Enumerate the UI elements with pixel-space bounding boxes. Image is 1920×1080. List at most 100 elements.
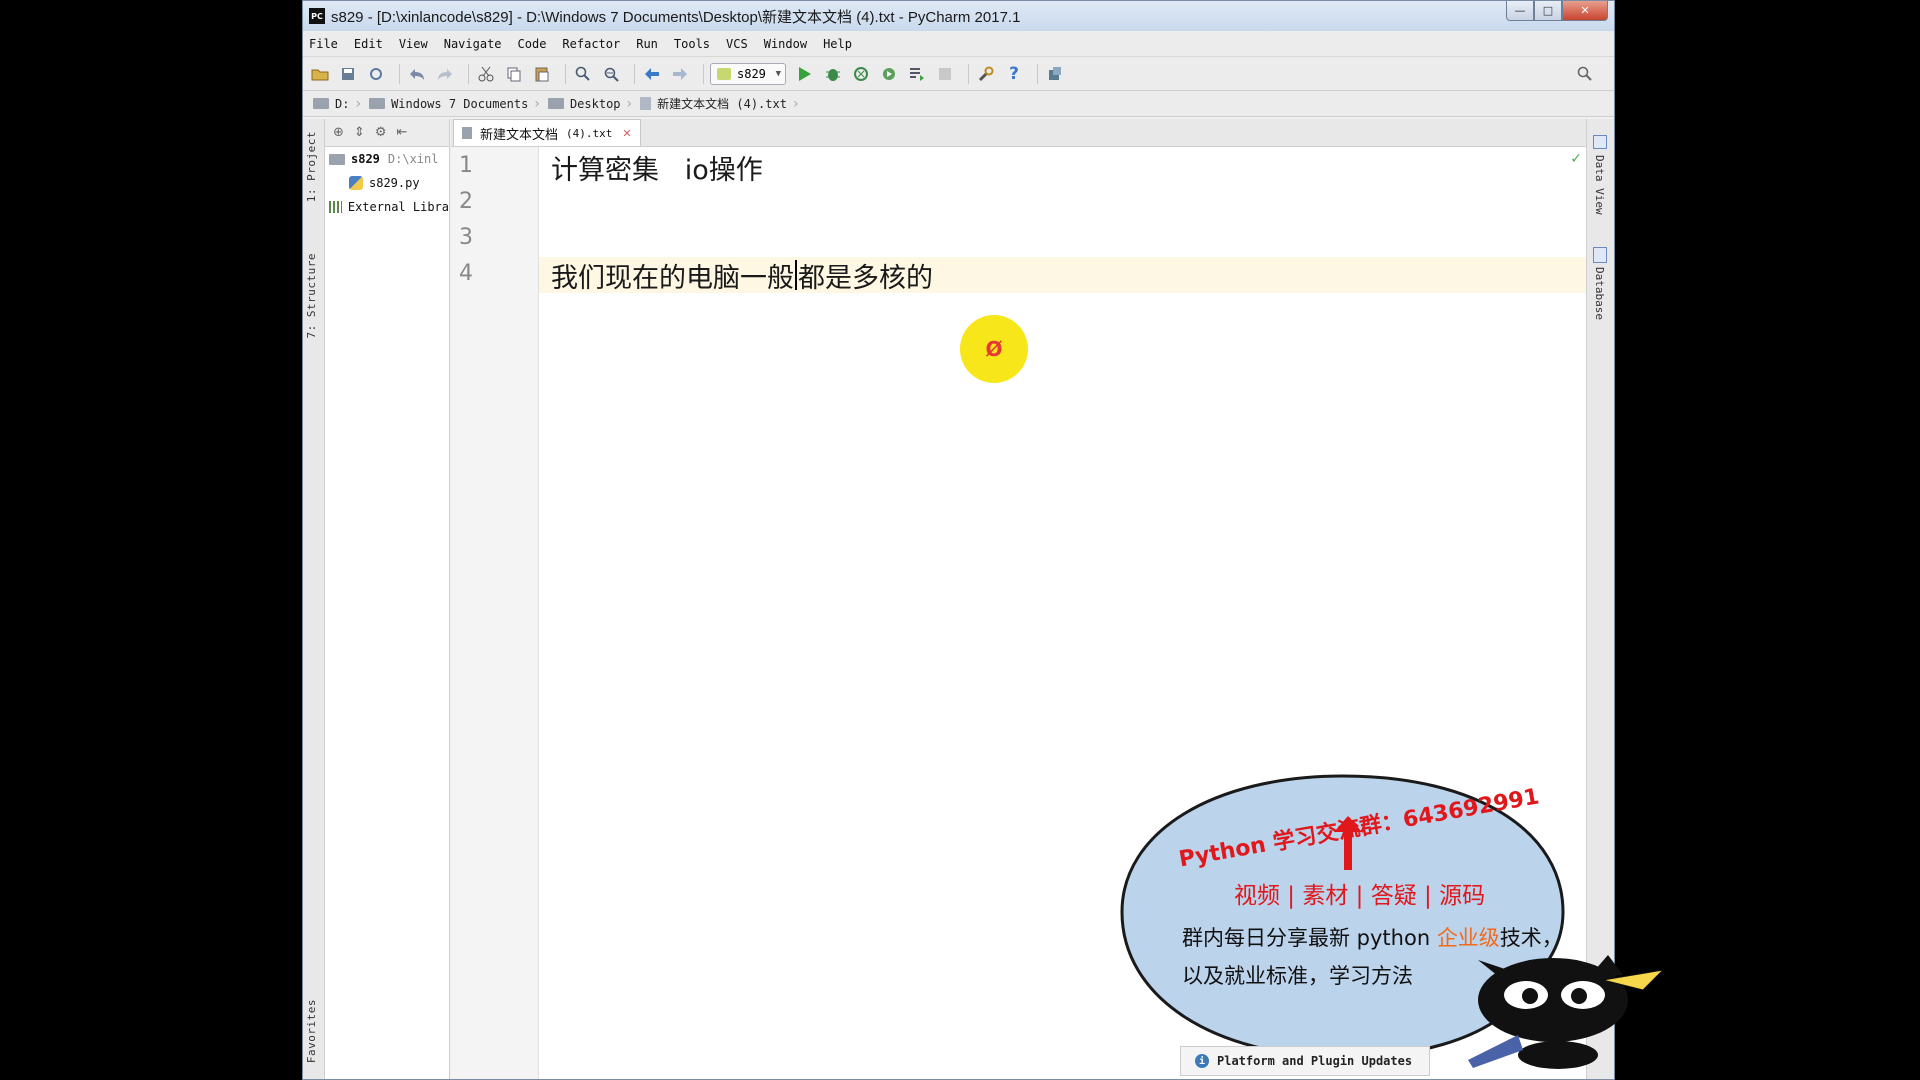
project-panel: ⊕ ⇕ ⚙ ⇤ s829 D:\xinl s829.py External Li… [325,119,450,1079]
back-icon[interactable] [641,63,663,85]
folder-icon [369,98,386,109]
toolbar-divider [703,63,704,84]
toolbar-divider [634,63,635,84]
run-tasks-icon[interactable] [906,63,928,85]
right-tool-stripe: Data View Database [1586,119,1614,1079]
tab-label: 新建文本文档 [480,127,559,143]
line-number: 2 [459,189,473,214]
menu-vcs[interactable]: VCS [726,37,748,51]
title-bar: PC s829 - [D:\xinlancode\s829] - D:\Wind… [303,1,1614,31]
menu-run[interactable]: Run [636,37,658,51]
menu-file[interactable]: File [309,37,338,51]
debug-icon[interactable] [822,63,844,85]
menu-view[interactable]: View [399,37,428,51]
toolbar-divider [565,63,566,84]
text-file-icon [462,127,472,139]
breadcrumb-desktop[interactable]: Desktop [547,96,621,111]
code-line-text: 计算密集 io操作 [551,154,763,186]
gear-icon[interactable]: ⚙ [375,125,387,140]
line-number: 1 [459,153,473,178]
structure-tool-tab[interactable]: 7: Structure [305,253,318,338]
database-icon[interactable] [1593,247,1607,263]
tree-item-file[interactable]: s829.py [325,171,449,195]
redo-icon[interactable] [434,63,456,85]
copy-icon[interactable] [503,63,525,85]
breadcrumb-label: Desktop [569,96,621,111]
code-line-current[interactable]: 我们现在的电脑一般 都是多核的 [539,257,1586,294]
stop-icon[interactable] [934,63,956,85]
menu-navigate[interactable]: Navigate [444,37,502,51]
drive-icon [313,98,329,109]
cut-icon[interactable] [475,63,497,85]
breadcrumb-documents[interactable]: Windows 7 Documents [369,97,528,111]
chevron-down-icon: ▼ [775,68,781,79]
run-configuration-select[interactable]: s829 ▼ [710,62,786,85]
plugin-icon[interactable] [1044,63,1066,85]
menu-tools[interactable]: Tools [674,37,710,51]
project-panel-header: ⊕ ⇕ ⚙ ⇤ [325,119,449,147]
tab-label-ext: (4).txt [566,126,613,140]
file-name: s829.py [369,176,420,190]
data-view-icon[interactable] [1593,135,1607,149]
plugin-updates-notification[interactable]: i Platform and Plugin Updates [1180,1046,1430,1076]
code-line[interactable]: 计算密集 io操作 [539,149,1586,186]
breadcrumb-file[interactable]: 新建文本文档 (4).txt [640,95,787,112]
breadcrumb-drive[interactable]: D: [313,97,349,111]
promo-text: 群内每日分享最新 python [1182,926,1437,950]
line-number: 3 [459,225,473,250]
menu-help[interactable]: Help [823,37,852,51]
collapse-all-icon[interactable]: ⇕ [354,125,365,140]
menu-edit[interactable]: Edit [354,37,383,51]
folder-icon [547,98,564,109]
profile-icon[interactable] [878,63,900,85]
folder-icon [329,153,345,165]
maximize-button[interactable]: □ [1534,1,1562,21]
tree-item-project-root[interactable]: s829 D:\xinl [325,147,449,171]
pycharm-logo-icon: PC [309,8,325,24]
close-tab-icon[interactable]: ✕ [622,127,631,140]
sync-icon[interactable] [365,63,387,85]
project-root-name: s829 [351,152,380,166]
run-icon[interactable] [794,63,816,85]
tree-item-external-libraries[interactable]: External Libra [325,195,449,219]
code-line[interactable] [539,221,1586,257]
editor-tab[interactable]: 新建文本文档 (4).txt ✕ [453,119,641,146]
close-button[interactable]: ✕ [1562,1,1608,21]
menu-code[interactable]: Code [518,37,547,51]
database-tool-tab[interactable]: Database [1593,267,1606,320]
library-icon [329,201,342,213]
find-icon[interactable] [572,63,594,85]
menu-bar: File Edit View Navigate Code Refactor Ru… [303,31,1614,57]
hide-panel-icon[interactable]: ⇤ [396,125,407,140]
menu-refactor[interactable]: Refactor [562,37,620,51]
breadcrumb-label: D: [335,96,350,111]
add-icon[interactable]: ⊕ [333,125,344,140]
undo-icon[interactable] [406,63,428,85]
help-icon[interactable]: ? [1003,63,1025,85]
promo-tags: 视频 | 素材 | 答疑 | 源码 [1234,883,1486,909]
inspection-ok-icon: ✓ [1570,151,1582,167]
project-root-path: D:\xinl [387,152,439,166]
save-icon[interactable] [337,63,359,85]
open-folder-icon[interactable] [309,63,331,85]
favorites-tool-tab[interactable]: Favorites [305,999,318,1063]
minimize-button[interactable]: — [1506,1,1534,21]
python-config-icon [717,67,731,80]
line-number-gutter: 1 2 3 4 [451,147,539,1079]
run-configuration-label: s829 [737,66,766,81]
coverage-icon[interactable] [850,63,872,85]
replace-icon[interactable] [600,63,622,85]
project-tool-tab[interactable]: 1: Project [305,131,318,202]
forward-icon[interactable] [669,63,691,85]
menu-window[interactable]: Window [764,37,807,51]
info-icon: i [1195,1054,1209,1068]
paste-icon[interactable] [531,63,553,85]
settings-wrench-icon[interactable] [975,63,997,85]
up-arrow-icon [1334,816,1362,870]
code-line[interactable] [539,185,1586,221]
data-view-tool-tab[interactable]: Data View [1593,155,1606,215]
code-line-text: 都是多核的 [798,262,933,294]
search-everywhere-icon[interactable] [1574,63,1596,85]
toolbar-divider [1037,63,1038,84]
breadcrumb-separator: › [626,95,633,112]
